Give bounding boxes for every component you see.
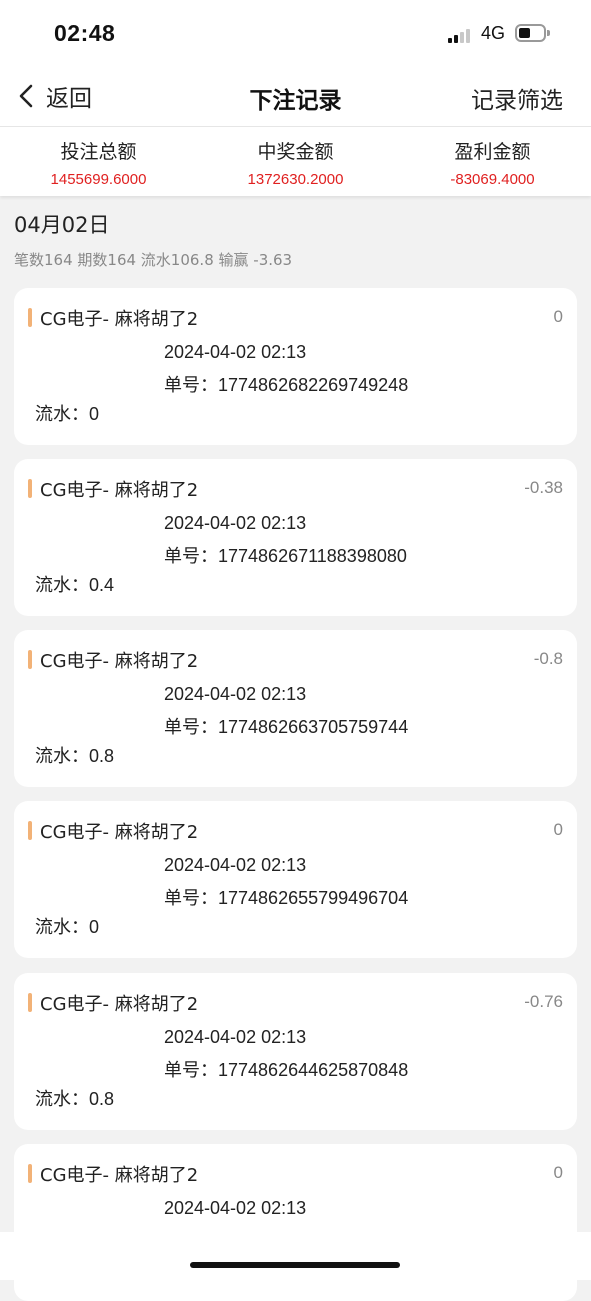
order-prefix: 单号：: [164, 1060, 218, 1081]
home-indicator[interactable]: [190, 1262, 400, 1268]
record-time: 2024-04-02 02:13: [164, 513, 307, 533]
bottom-bar: [0, 1232, 591, 1280]
accent-bar: [28, 821, 32, 840]
record-title: CG电子- 麻将胡了2: [40, 309, 199, 330]
record-card[interactable]: CG电子- 麻将胡了2 -0.76 2024-04-02 02:13 单号：17…: [14, 973, 577, 1130]
record-title: CG电子- 麻将胡了2: [40, 651, 199, 672]
order-number: 1774862644625870848: [218, 1060, 409, 1080]
battery-icon: [515, 24, 550, 42]
flow-value: 0: [89, 917, 100, 937]
record-order: 单号：1774862655799496704: [164, 884, 408, 910]
record-title: CG电子- 麻将胡了2: [40, 480, 199, 501]
summary-value: 1455699.6000: [50, 171, 147, 188]
record-order: 单号：1774862682269749248: [164, 371, 408, 397]
record-time: 2024-04-02 02:13: [164, 1027, 307, 1047]
flow-prefix: 流水：: [35, 746, 89, 767]
record-amount: -0.8: [533, 649, 563, 668]
record-flow: 流水：0.8: [35, 1085, 114, 1111]
order-number: 1774862663705759744: [218, 717, 409, 737]
record-order: 单号：1774862663705759744: [164, 713, 408, 739]
summary-value: 1372630.2000: [247, 171, 344, 188]
date-stats: 笔数164 期数164 流水106.8 输赢 -3.63: [14, 251, 293, 269]
record-title: CG电子- 麻将胡了2: [40, 1165, 199, 1186]
flow-prefix: 流水：: [35, 575, 89, 596]
flow-value: 0: [89, 404, 100, 424]
record-time: 2024-04-02 02:13: [164, 1198, 307, 1218]
record-order: 单号：1774862671188398080: [164, 542, 407, 568]
accent-bar: [28, 650, 32, 669]
order-prefix: 单号：: [164, 375, 218, 396]
record-card[interactable]: CG电子- 麻将胡了2 0 2024-04-02 02:13 单号：177486…: [14, 288, 577, 445]
accent-bar: [28, 993, 32, 1012]
summary-winnings: 中奖金额 1372630.2000: [197, 127, 394, 196]
record-card[interactable]: CG电子- 麻将胡了2 -0.38 2024-04-02 02:13 单号：17…: [14, 459, 577, 616]
record-amount: 0: [553, 820, 563, 839]
order-prefix: 单号：: [164, 717, 218, 738]
record-title: CG电子- 麻将胡了2: [40, 822, 199, 843]
record-card[interactable]: CG电子- 麻将胡了2 0 2024-04-02 02:13 单号：177486…: [14, 801, 577, 958]
status-bar: 02:48 4G: [0, 0, 591, 66]
summary-value: -83069.4000: [450, 171, 535, 188]
accent-bar: [28, 1164, 32, 1183]
record-time: 2024-04-02 02:13: [164, 855, 307, 875]
record-amount: -0.76: [524, 992, 563, 1011]
flow-prefix: 流水：: [35, 404, 89, 425]
record-flow: 流水：0: [35, 913, 99, 939]
summary-panel: 投注总额 1455699.6000 中奖金额 1372630.2000 盈利金额…: [0, 127, 591, 196]
status-time: 02:48: [54, 20, 116, 46]
flow-value: 0.8: [89, 746, 115, 766]
summary-label: 中奖金额: [257, 141, 334, 163]
record-time: 2024-04-02 02:13: [164, 342, 307, 362]
summary-total-bet: 投注总额 1455699.6000: [0, 127, 197, 196]
nav-bar: 返回 下注记录 记录筛选: [0, 66, 591, 127]
record-flow: 流水：0.8: [35, 742, 114, 768]
order-prefix: 单号：: [164, 546, 218, 567]
record-amount: -0.38: [524, 478, 563, 497]
accent-bar: [28, 308, 32, 327]
order-number: 1774862655799496704: [218, 888, 409, 908]
order-number: 1774862682269749248: [218, 375, 409, 395]
order-number: 1774862671188398080: [218, 546, 407, 566]
signal-bars-icon: [448, 27, 474, 43]
summary-label: 盈利金额: [454, 141, 531, 163]
summary-label: 投注总额: [60, 141, 137, 163]
record-card[interactable]: CG电子- 麻将胡了2 -0.8 2024-04-02 02:13 单号：177…: [14, 630, 577, 787]
record-amount: 0: [553, 1163, 563, 1182]
network-label: 4G: [481, 23, 506, 43]
record-flow: 流水：0: [35, 400, 99, 426]
date-heading: 04月02日: [14, 213, 110, 237]
flow-value: 0.4: [89, 575, 115, 595]
record-order: 单号：1774862644625870848: [164, 1056, 408, 1082]
record-title: CG电子- 麻将胡了2: [40, 994, 199, 1015]
record-time: 2024-04-02 02:13: [164, 684, 307, 704]
record-flow: 流水：0.4: [35, 571, 114, 597]
filter-button[interactable]: 记录筛选: [471, 81, 563, 115]
record-amount: 0: [553, 307, 563, 326]
summary-profit: 盈利金额 -83069.4000: [394, 127, 591, 196]
flow-prefix: 流水：: [35, 917, 89, 938]
order-prefix: 单号：: [164, 888, 218, 909]
accent-bar: [28, 479, 32, 498]
flow-value: 0.8: [89, 1089, 115, 1109]
flow-prefix: 流水：: [35, 1089, 89, 1110]
